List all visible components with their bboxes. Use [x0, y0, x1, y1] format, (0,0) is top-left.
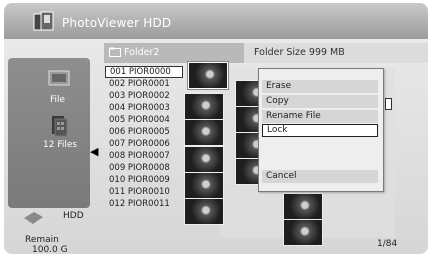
folder-header: Folder2 Folder Size 999 MB — [104, 43, 428, 63]
file-row[interactable]: 007 PIOR0006 — [105, 138, 183, 150]
page-counter: 1/84 — [377, 239, 398, 249]
file-row[interactable]: 009 PIOR0008 — [105, 162, 183, 174]
photo-thumbnail[interactable] — [184, 172, 224, 199]
hdd-label: HDD — [63, 211, 84, 221]
photo-thumbnail[interactable] — [184, 146, 224, 173]
photo-thumbnail[interactable] — [187, 61, 229, 90]
menu-rename-file[interactable]: Rename File — [262, 110, 378, 123]
file-row[interactable]: 004 PIOR0003 — [105, 102, 183, 114]
photo-thumbnail[interactable] — [283, 193, 323, 220]
folder-icon — [109, 47, 121, 57]
context-menu: Erase Copy Rename File Lock Cancel — [258, 68, 384, 192]
folder-size-tab: Folder Size 999 MB — [244, 43, 428, 63]
app-title: PhotoViewer HDD — [62, 16, 172, 30]
menu-erase[interactable]: Erase — [262, 80, 378, 93]
file-row[interactable]: 011 PIOR0010 — [105, 186, 183, 198]
folder-size: Folder Size 999 MB — [254, 47, 345, 58]
file-row[interactable]: 012 PIOR0011 — [105, 198, 183, 210]
multiple-files-icon — [52, 116, 68, 137]
photo-viewer-icon — [33, 11, 54, 31]
file-row[interactable]: 003 PIOR0002 — [105, 90, 183, 102]
file-list: 001 PIOR0000 002 PIOR0001 003 PIOR0002 0… — [105, 66, 185, 210]
remain-label: Remain — [25, 235, 59, 245]
menu-lock[interactable]: Lock — [262, 124, 378, 137]
files-count: 12 Files — [43, 140, 78, 150]
file-label: File — [50, 95, 66, 105]
photo-thumbnail[interactable] — [184, 119, 224, 146]
photo-thumbnail[interactable] — [184, 198, 224, 225]
file-row[interactable]: 006 PIOR0005 — [105, 126, 183, 138]
remain-value: 100.0 G — [32, 245, 68, 255]
hdd-icon — [24, 212, 43, 224]
photo-thumbnail[interactable] — [283, 219, 323, 246]
file-row[interactable]: 008 PIOR0007 — [105, 150, 183, 162]
title-bar: PhotoViewer HDD — [4, 3, 428, 39]
file-row[interactable]: 001 PIOR0000 — [105, 66, 183, 78]
folder-name: Folder2 — [124, 47, 160, 58]
file-icon — [48, 70, 70, 86]
menu-copy[interactable]: Copy — [262, 95, 378, 108]
scroll-indicator — [385, 98, 392, 110]
arrow-left-icon: ◀ — [90, 145, 99, 158]
file-row[interactable]: 010 PIOR0009 — [105, 174, 183, 186]
file-row[interactable]: 005 PIOR0004 — [105, 114, 183, 126]
menu-cancel[interactable]: Cancel — [262, 170, 378, 183]
file-row[interactable]: 002 PIOR0001 — [105, 78, 183, 90]
photo-thumbnail[interactable] — [184, 93, 224, 120]
